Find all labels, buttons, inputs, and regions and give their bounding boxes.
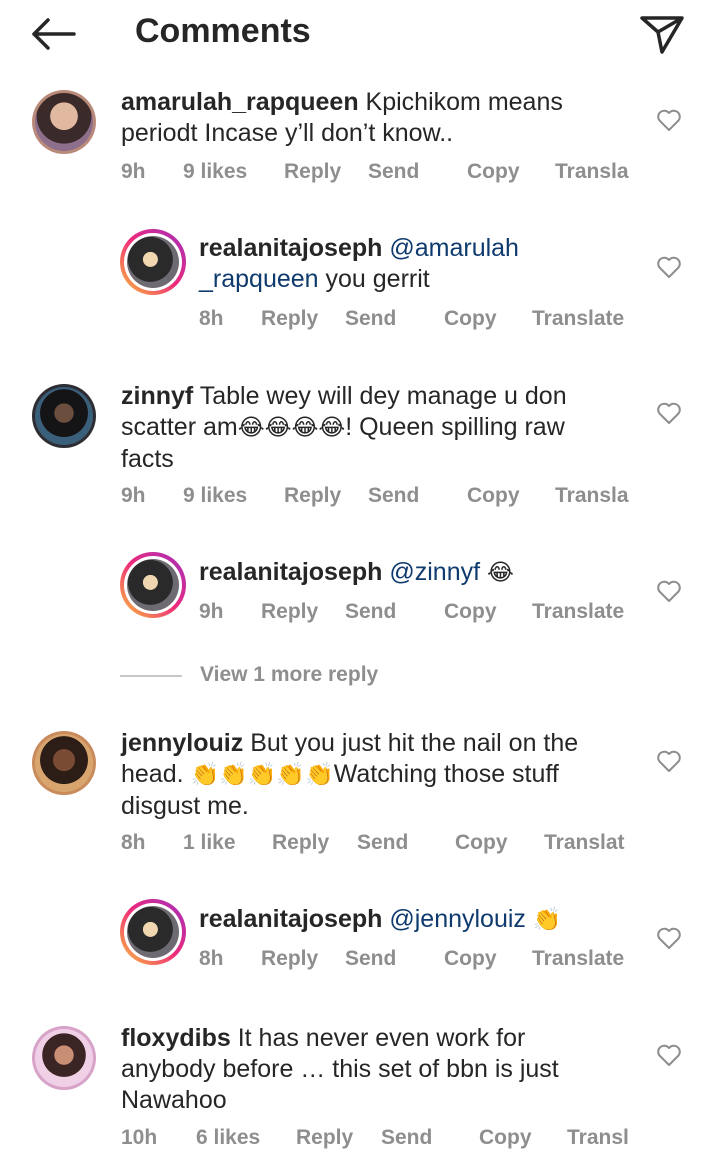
comment-likes[interactable]: 6 likes xyxy=(196,1126,260,1150)
comment-likes[interactable]: 9 likes xyxy=(183,484,247,508)
comment-text-line: Watching those stuff xyxy=(333,760,559,788)
comment-text: It has never even work for xyxy=(237,1024,526,1052)
heart-outline-icon[interactable] xyxy=(656,401,682,425)
comment-username[interactable]: realanitajoseph xyxy=(199,905,382,933)
clapping-emoji: 👏 xyxy=(532,907,562,933)
comment-time: 9h xyxy=(121,484,146,507)
arrow-left-icon[interactable] xyxy=(28,14,78,54)
translate-button[interactable]: Translat xyxy=(544,831,625,855)
comment-likes[interactable]: 1 like xyxy=(183,831,236,855)
reply-button[interactable]: Reply xyxy=(261,307,318,331)
comment-time: 8h xyxy=(199,947,224,970)
mention-link[interactable]: _rapqueen xyxy=(199,265,319,293)
copy-button[interactable]: Copy xyxy=(444,600,497,624)
comment-text: you gerrit xyxy=(318,265,430,293)
heart-outline-icon[interactable] xyxy=(656,926,682,950)
comment-time: 8h xyxy=(199,307,224,330)
comment-username[interactable]: jennylouiz xyxy=(121,729,243,757)
comment-text-line: head. xyxy=(121,760,191,788)
comment-text-line: anybody before … this set of bbn is just xyxy=(121,1055,559,1083)
comment-username[interactable]: amarulah_rapqueen xyxy=(121,88,359,116)
page-title: Comments xyxy=(135,12,311,50)
comment-time: 10h xyxy=(121,1126,158,1149)
comment-username[interactable]: realanitajoseph xyxy=(199,234,382,262)
heart-outline-icon[interactable] xyxy=(656,1043,682,1067)
laughing-emoji: 😂 xyxy=(487,560,514,586)
avatar[interactable] xyxy=(120,229,186,295)
avatar[interactable] xyxy=(32,90,96,154)
divider-line xyxy=(120,675,182,677)
comment-text-line: periodt Incase y’ll don’t know.. xyxy=(121,119,454,147)
copy-button[interactable]: Copy xyxy=(479,1126,532,1150)
avatar[interactable] xyxy=(120,552,186,618)
comment-username[interactable]: realanitajoseph xyxy=(199,558,382,586)
avatar[interactable] xyxy=(32,1026,96,1090)
copy-button[interactable]: Copy xyxy=(467,160,520,184)
comment-time: 9h xyxy=(121,160,146,183)
reply-button[interactable]: Reply xyxy=(296,1126,353,1150)
comment-username[interactable]: zinnyf xyxy=(121,382,193,410)
comment-time: 9h xyxy=(199,600,224,623)
comment-text-line: ! Queen spilling raw xyxy=(345,413,565,441)
send-button[interactable]: Send xyxy=(368,160,419,184)
comment-time: 8h xyxy=(121,831,146,854)
comment-text-line: facts xyxy=(121,445,174,473)
send-button[interactable]: Send xyxy=(381,1126,432,1150)
comment-text: But you just hit the nail on the xyxy=(250,729,579,757)
paper-plane-icon[interactable] xyxy=(638,12,686,56)
heart-outline-icon[interactable] xyxy=(656,579,682,603)
translate-button[interactable]: Translate xyxy=(532,307,624,331)
comment-text: Table wey will dey manage u don xyxy=(199,382,567,410)
comment-text-line: scatter am xyxy=(121,413,238,441)
send-button[interactable]: Send xyxy=(345,307,396,331)
reply-button[interactable]: Reply xyxy=(284,160,341,184)
comment-username[interactable]: floxydibs xyxy=(121,1024,231,1052)
heart-outline-icon[interactable] xyxy=(656,749,682,773)
translate-button[interactable]: Transla xyxy=(555,484,629,508)
laughing-emoji: 😂😂😂😂 xyxy=(237,415,346,441)
comment-text: Kpichikom means xyxy=(365,88,563,116)
copy-button[interactable]: Copy xyxy=(444,947,497,971)
translate-button[interactable]: Transl xyxy=(567,1126,629,1150)
translate-button[interactable]: Transla xyxy=(555,160,629,184)
mention-link[interactable]: @amarulah xyxy=(389,234,519,262)
translate-button[interactable]: Translate xyxy=(532,600,624,624)
top-bar: Comments xyxy=(0,0,720,70)
send-button[interactable]: Send xyxy=(345,947,396,971)
reply-button[interactable]: Reply xyxy=(284,484,341,508)
avatar[interactable] xyxy=(32,731,96,795)
avatar[interactable] xyxy=(120,899,186,965)
translate-button[interactable]: Translate xyxy=(532,947,624,971)
send-button[interactable]: Send xyxy=(357,831,408,855)
clapping-emoji: 👏👏👏👏👏 xyxy=(190,762,334,788)
reply-button[interactable]: Reply xyxy=(261,947,318,971)
comment-text-line: Nawahoo xyxy=(121,1086,227,1114)
comment-likes[interactable]: 9 likes xyxy=(183,160,247,184)
avatar[interactable] xyxy=(32,384,96,448)
heart-outline-icon[interactable] xyxy=(656,255,682,279)
send-button[interactable]: Send xyxy=(368,484,419,508)
heart-outline-icon[interactable] xyxy=(656,108,682,132)
reply-button[interactable]: Reply xyxy=(261,600,318,624)
copy-button[interactable]: Copy xyxy=(455,831,508,855)
copy-button[interactable]: Copy xyxy=(467,484,520,508)
reply-button[interactable]: Reply xyxy=(272,831,329,855)
mention-link[interactable]: @zinnyf xyxy=(389,558,480,586)
send-button[interactable]: Send xyxy=(345,600,396,624)
mention-link[interactable]: @jennylouiz xyxy=(389,905,526,933)
copy-button[interactable]: Copy xyxy=(444,307,497,331)
view-more-replies-label[interactable]: View 1 more reply xyxy=(200,663,378,687)
comment-text-line: disgust me. xyxy=(121,792,249,820)
